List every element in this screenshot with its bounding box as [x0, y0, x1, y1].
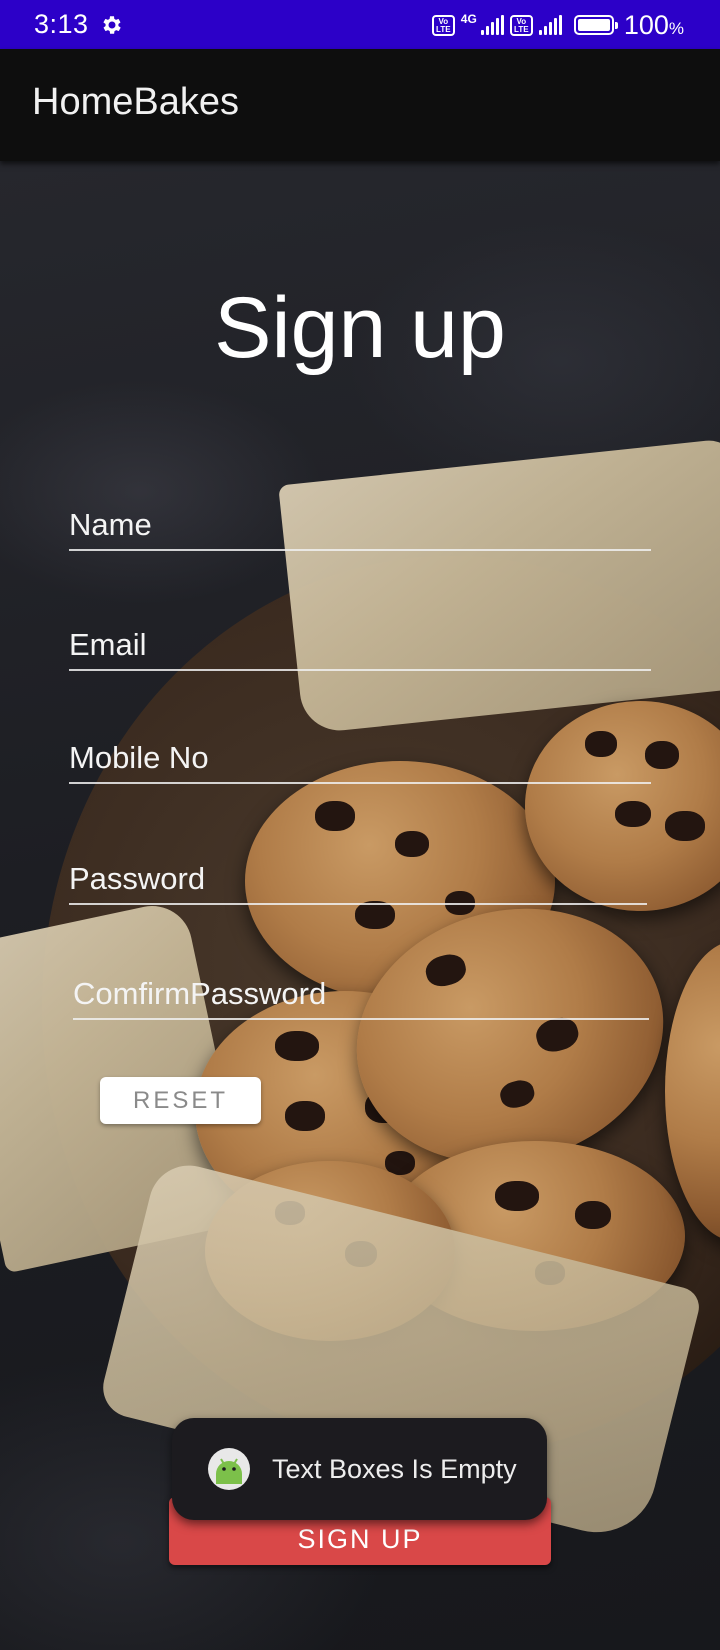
battery-icon [573, 15, 618, 35]
volte-icon: Vo LTE [509, 14, 533, 36]
status-icons: Vo LTE 4G Vo LTE 100% [431, 9, 684, 40]
network-type: 4G [460, 12, 477, 26]
parchment-paper [278, 437, 720, 735]
signal-icon [538, 15, 562, 35]
signal-icon [480, 15, 504, 35]
reset-button[interactable]: RESET [100, 1077, 261, 1124]
page-title: Sign up [214, 280, 506, 376]
password-field-placeholder: Password [69, 861, 206, 896]
battery-percent: 100% [623, 9, 684, 40]
volte-icon: Vo LTE [431, 14, 455, 36]
email-field[interactable]: Email [69, 623, 651, 671]
mobile-number-field-placeholder: Mobile No [69, 740, 209, 775]
toast-message: Text Boxes Is Empty [172, 1418, 547, 1520]
app-title: HomeBakes [32, 81, 239, 123]
gear-icon [103, 16, 121, 34]
password-field[interactable]: Password [69, 857, 647, 905]
app-bar: HomeBakes [0, 49, 720, 161]
confirm-password-field-placeholder: ComfirmPassword [73, 976, 327, 1011]
toast-text: Text Boxes Is Empty [272, 1454, 517, 1484]
status-bar: 3:13 Vo LTE 4G Vo LTE 100% [0, 0, 720, 49]
confirm-password-field[interactable]: ComfirmPassword [73, 972, 649, 1020]
sign-up-screen: 3:13 Vo LTE 4G Vo LTE 100% HomeBakes Sig… [0, 0, 720, 1650]
name-field[interactable]: Name [69, 503, 651, 551]
status-time: 3:13 [34, 9, 89, 39]
android-icon [208, 1448, 250, 1490]
name-field-placeholder: Name [69, 507, 152, 542]
email-field-placeholder: Email [69, 627, 147, 662]
mobile-number-field[interactable]: Mobile No [69, 736, 651, 784]
